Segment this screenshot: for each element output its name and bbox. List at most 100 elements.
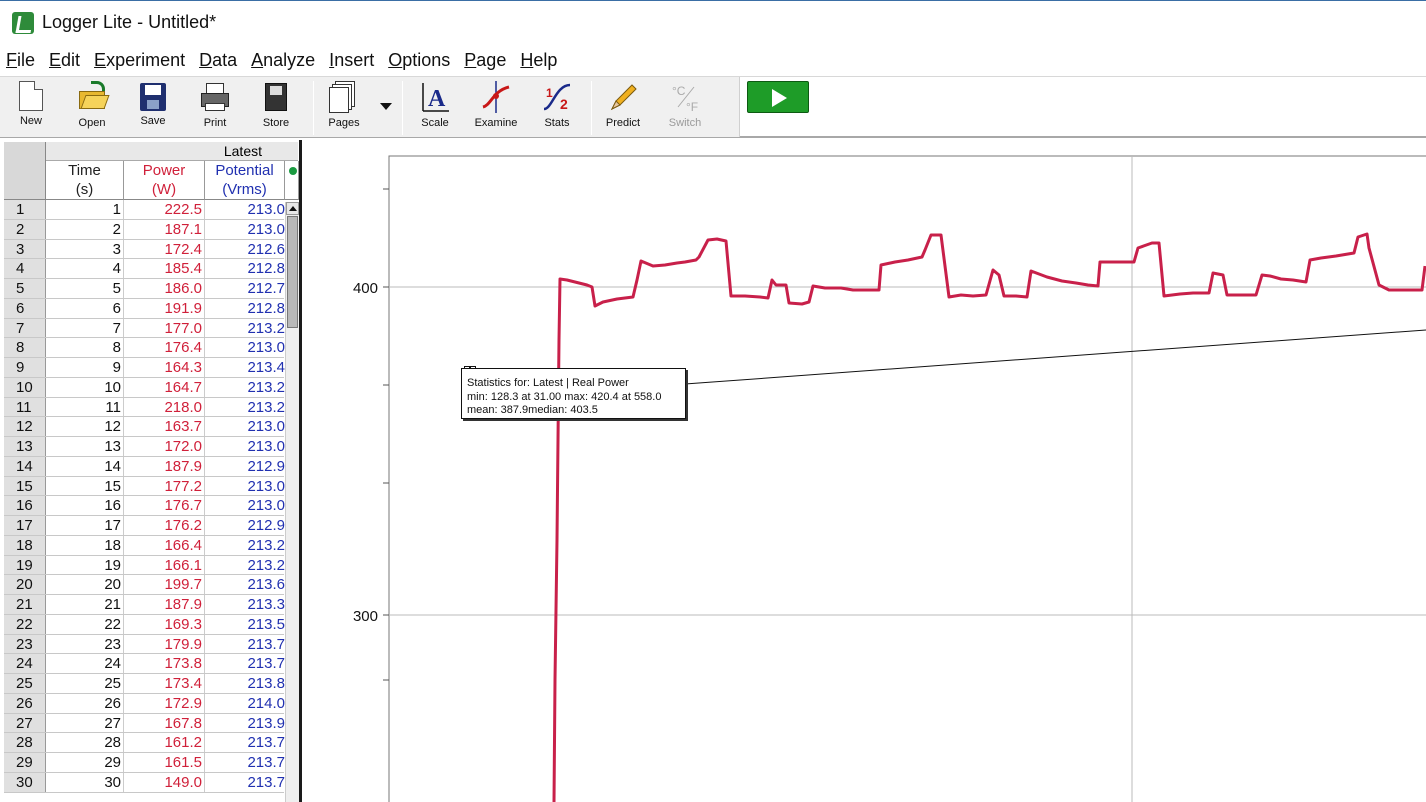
table-row[interactable]: 10 10 164.7 213.2: [4, 377, 285, 398]
table-row[interactable]: 7 7 177.0 213.2: [4, 318, 285, 339]
cell-potential[interactable]: 213.2: [205, 398, 285, 417]
pages-button[interactable]: Pages: [316, 81, 372, 135]
cell-power[interactable]: 164.3: [124, 358, 205, 377]
cell-time[interactable]: 14: [46, 456, 124, 476]
menu-file[interactable]: File: [6, 50, 35, 71]
cell-time[interactable]: 21: [46, 595, 124, 614]
cell-time[interactable]: 12: [46, 417, 124, 436]
cell-power[interactable]: 166.1: [124, 555, 205, 575]
cell-power[interactable]: 164.7: [124, 377, 205, 397]
table-row[interactable]: 29 29 161.5 213.7: [4, 753, 285, 773]
cell-power[interactable]: 177.2: [124, 476, 205, 496]
cell-time[interactable]: 8: [46, 338, 124, 357]
cell-potential[interactable]: 213.7: [205, 654, 285, 673]
cell-potential[interactable]: 213.0: [205, 477, 285, 496]
menu-page[interactable]: Page: [464, 50, 506, 71]
table-row[interactable]: 28 28 161.2 213.7: [4, 733, 285, 753]
cell-potential[interactable]: 213.7: [205, 773, 285, 792]
scroll-up-arrow-icon[interactable]: [286, 202, 299, 215]
cell-time[interactable]: 19: [46, 555, 124, 575]
cell-potential[interactable]: 213.0: [205, 437, 285, 456]
cell-time[interactable]: 3: [46, 239, 124, 259]
table-row[interactable]: 1 1 222.5 213.0: [4, 200, 285, 220]
cell-power[interactable]: 222.5: [124, 200, 205, 219]
column-header-power[interactable]: Power (W): [124, 161, 205, 200]
cell-power[interactable]: 199.7: [124, 575, 205, 594]
cell-potential[interactable]: 212.9: [205, 457, 285, 476]
cell-power[interactable]: 185.4: [124, 259, 205, 278]
stats-button[interactable]: 12 Stats: [529, 81, 585, 135]
cell-potential[interactable]: 212.9: [205, 516, 285, 535]
new-button[interactable]: New: [3, 81, 59, 135]
cell-potential[interactable]: 213.4: [205, 358, 285, 377]
table-scrollbar[interactable]: [285, 202, 299, 802]
cell-time[interactable]: 18: [46, 535, 124, 555]
cell-potential[interactable]: 214.0: [205, 694, 285, 713]
cell-power[interactable]: 191.9: [124, 298, 205, 318]
table-row[interactable]: 25 25 173.4 213.8: [4, 674, 285, 694]
graph-area[interactable]: 400 300: [305, 140, 1426, 802]
switch-units-button[interactable]: °C °F Switch: [657, 81, 713, 135]
cell-power[interactable]: 149.0: [124, 772, 205, 792]
graph-plot[interactable]: 400 300: [305, 140, 1426, 802]
cell-potential[interactable]: 213.2: [205, 536, 285, 555]
cell-potential[interactable]: 213.8: [205, 674, 285, 693]
column-header-time[interactable]: Time (s): [46, 161, 124, 200]
collect-play-button[interactable]: [747, 81, 809, 113]
cell-potential[interactable]: 213.2: [205, 378, 285, 397]
cell-power[interactable]: 187.9: [124, 595, 205, 614]
cell-power[interactable]: 172.9: [124, 693, 205, 713]
cell-potential[interactable]: 212.8: [205, 259, 285, 278]
cell-power[interactable]: 179.9: [124, 634, 205, 654]
table-row[interactable]: 20 20 199.7 213.6: [4, 575, 285, 595]
cell-time[interactable]: 2: [46, 219, 124, 239]
cell-power[interactable]: 187.1: [124, 219, 205, 239]
table-row[interactable]: 30 30 149.0 213.7: [4, 772, 285, 793]
cell-potential[interactable]: 213.6: [205, 575, 285, 594]
cell-potential[interactable]: 212.8: [205, 299, 285, 318]
menu-experiment[interactable]: Experiment: [94, 50, 185, 71]
table-row[interactable]: 19 19 166.1 213.2: [4, 555, 285, 576]
cell-power[interactable]: 186.0: [124, 279, 205, 298]
print-button[interactable]: Print: [187, 81, 243, 135]
cell-power[interactable]: 176.4: [124, 338, 205, 357]
menu-data[interactable]: Data: [199, 50, 237, 71]
cell-power[interactable]: 163.7: [124, 417, 205, 436]
cell-potential[interactable]: 213.7: [205, 753, 285, 772]
cell-time[interactable]: 1: [46, 200, 124, 219]
table-row[interactable]: 16 16 176.7 213.0: [4, 496, 285, 516]
cell-power[interactable]: 161.5: [124, 753, 205, 772]
cell-time[interactable]: 24: [46, 654, 124, 673]
cell-potential[interactable]: 213.0: [205, 200, 285, 219]
cell-potential[interactable]: 212.6: [205, 240, 285, 259]
cell-potential[interactable]: 213.2: [205, 319, 285, 338]
table-row[interactable]: 23 23 179.9 213.7: [4, 634, 285, 655]
cell-time[interactable]: 4: [46, 259, 124, 278]
table-row[interactable]: 11 11 218.0 213.2: [4, 397, 285, 418]
table-row[interactable]: 15 15 177.2 213.0: [4, 476, 285, 497]
cell-time[interactable]: 15: [46, 476, 124, 496]
table-row[interactable]: 3 3 172.4 212.6: [4, 239, 285, 260]
cell-power[interactable]: 176.7: [124, 496, 205, 515]
cell-time[interactable]: 23: [46, 634, 124, 654]
table-row[interactable]: 24 24 173.8 213.7: [4, 654, 285, 674]
cell-power[interactable]: 166.4: [124, 535, 205, 555]
examine-button[interactable]: Examine: [468, 81, 524, 135]
predict-button[interactable]: Predict: [595, 81, 651, 135]
menu-edit[interactable]: Edit: [49, 50, 80, 71]
pages-dropdown-arrow-icon[interactable]: [380, 103, 392, 110]
table-row[interactable]: 5 5 186.0 212.7: [4, 279, 285, 299]
cell-potential[interactable]: 213.0: [205, 417, 285, 436]
table-row[interactable]: 17 17 176.2 212.9: [4, 516, 285, 536]
store-button[interactable]: Store: [248, 81, 304, 135]
cell-time[interactable]: 9: [46, 358, 124, 377]
menu-analyze[interactable]: Analyze: [251, 50, 315, 71]
cell-power[interactable]: 187.9: [124, 456, 205, 476]
cell-potential[interactable]: 213.7: [205, 635, 285, 654]
cell-time[interactable]: 20: [46, 575, 124, 594]
cell-power[interactable]: 172.4: [124, 239, 205, 259]
cell-power[interactable]: 161.2: [124, 733, 205, 752]
table-row[interactable]: 13 13 172.0 213.0: [4, 437, 285, 457]
table-row[interactable]: 2 2 187.1 213.0: [4, 219, 285, 240]
cell-time[interactable]: 27: [46, 713, 124, 733]
